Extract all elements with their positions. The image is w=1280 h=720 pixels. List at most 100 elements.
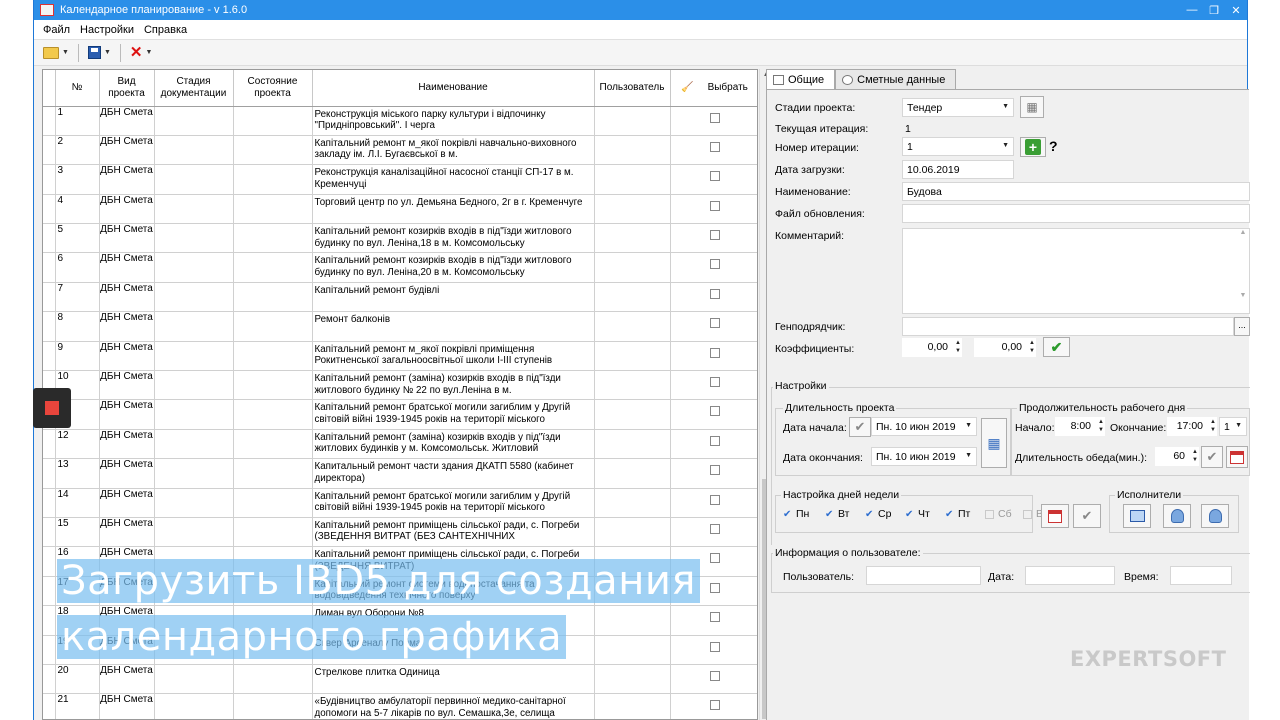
select-checkbox[interactable] xyxy=(709,288,720,299)
menu-settings[interactable]: Настройки xyxy=(75,24,139,36)
open-button[interactable]: ▼ xyxy=(40,43,72,63)
table-row[interactable]: 10 ДБН Смета Капітальний ремонт (заміна) к… xyxy=(43,370,757,401)
close-button[interactable]: ✕ xyxy=(1225,4,1247,17)
weekday-checkbox[interactable]: Сб xyxy=(985,508,1012,520)
executor-add-button[interactable] xyxy=(1163,504,1191,528)
shift-select[interactable]: 1 xyxy=(1219,417,1247,436)
select-checkbox[interactable] xyxy=(709,700,720,711)
col-select[interactable]: 🧹 Выбрать xyxy=(670,70,757,107)
weekday-checkbox[interactable]: ✔ Чт xyxy=(905,508,930,520)
table-row[interactable]: 20 ДБН Смета Стрелкове плитка Одиница xyxy=(43,664,757,695)
select-checkbox[interactable] xyxy=(709,171,720,182)
weekday-checkbox[interactable]: ✔ Пн xyxy=(783,508,809,520)
table-row[interactable]: 3 ДБН Смета Реконструкція каналізаційної н… xyxy=(43,164,757,195)
row-selector[interactable] xyxy=(43,164,56,195)
menu-help[interactable]: Справка xyxy=(139,24,192,36)
comment-textarea[interactable]: ▲ ▼ xyxy=(902,228,1250,314)
lunch-apply-button[interactable]: ✔ xyxy=(1201,446,1223,468)
select-checkbox[interactable] xyxy=(709,465,720,476)
weekday-checkbox[interactable]: ✔ Пт xyxy=(945,508,970,520)
menu-file[interactable]: Файл xyxy=(38,24,75,36)
select-checkbox[interactable] xyxy=(709,347,720,358)
contractor-browse-button[interactable]: ... xyxy=(1234,317,1250,336)
row-selector[interactable] xyxy=(43,458,56,489)
row-selector[interactable] xyxy=(43,282,56,313)
weekday-checkbox[interactable]: ✔ Вт xyxy=(825,508,849,520)
stages-table-button[interactable]: ▦ xyxy=(1020,96,1044,118)
executor-edit-button[interactable] xyxy=(1201,504,1229,528)
select-checkbox[interactable] xyxy=(709,523,720,534)
row-selector[interactable] xyxy=(43,252,56,283)
delete-button[interactable]: ✕ ▼ xyxy=(127,43,156,63)
start-date-check[interactable]: ✔ xyxy=(849,417,871,437)
weekdays-calendar-button[interactable] xyxy=(1041,504,1069,528)
select-checkbox[interactable] xyxy=(709,670,720,681)
select-checkbox[interactable] xyxy=(709,200,720,211)
row-selector[interactable] xyxy=(43,135,56,166)
table-row[interactable]: 2 ДБН Смета Капітальний ремонт м_якої покр… xyxy=(43,135,757,166)
table-row[interactable]: 13 ДБН Смета Капитальный ремонт части здан… xyxy=(43,458,757,489)
save-button[interactable]: ▼ xyxy=(85,43,114,63)
table-row[interactable]: 9 ДБН Смета Капітальний ремонт м_якої покр… xyxy=(43,341,757,372)
row-selector[interactable] xyxy=(43,635,56,665)
row-selector[interactable] xyxy=(43,311,56,342)
select-checkbox[interactable] xyxy=(709,641,720,652)
select-checkbox[interactable] xyxy=(709,406,720,417)
broom-icon[interactable]: 🧹 xyxy=(681,82,693,93)
contractor-field[interactable] xyxy=(902,317,1234,336)
weekday-checkbox[interactable]: ✔ Ср xyxy=(865,508,891,520)
calculate-button[interactable]: ▦ xyxy=(981,418,1007,468)
select-checkbox[interactable] xyxy=(709,612,720,623)
comment-scrollbar[interactable]: ▲ ▼ xyxy=(1237,229,1249,313)
weekdays-apply-button[interactable]: ✔ xyxy=(1073,504,1101,528)
select-checkbox[interactable] xyxy=(709,112,720,123)
select-checkbox[interactable] xyxy=(709,230,720,241)
table-row[interactable]: 21 ДБН Смета «Будівництво амбулаторії перв… xyxy=(43,693,757,719)
row-selector[interactable] xyxy=(43,223,56,254)
update-file-field[interactable] xyxy=(902,204,1250,223)
col-name[interactable]: Наименование xyxy=(312,70,595,107)
table-row[interactable]: 14 ДБН Смета Капітальний ремонт братської … xyxy=(43,488,757,518)
name-field[interactable]: Будова xyxy=(902,182,1250,201)
recording-stop-button[interactable] xyxy=(33,388,71,428)
select-checkbox[interactable] xyxy=(709,377,720,388)
finish-spinner[interactable]: 17:00 ▲ ▼ xyxy=(1167,417,1217,436)
row-selector[interactable] xyxy=(43,106,56,136)
stages-select[interactable]: Тендер xyxy=(902,98,1014,117)
lunch-spinner[interactable]: 60 ▲ ▼ xyxy=(1155,447,1199,466)
select-checkbox[interactable] xyxy=(709,141,720,152)
row-selector[interactable] xyxy=(43,664,56,695)
table-row[interactable]: 15 ДБН Смета Капітальний ремонт приміщень … xyxy=(43,517,757,548)
select-checkbox[interactable] xyxy=(709,435,720,446)
row-selector[interactable] xyxy=(43,488,56,518)
col-project-type[interactable]: Вид проекта xyxy=(99,70,155,107)
col-user[interactable]: Пользователь xyxy=(594,70,671,107)
tab-general[interactable]: Общие xyxy=(766,69,836,89)
col-doc-stage[interactable]: Стадия документации xyxy=(154,70,234,107)
end-date-picker[interactable]: Пн. 10 июн 2019 xyxy=(871,447,977,466)
table-row[interactable]: 5 ДБН Смета Капітальний ремонт козирків вх… xyxy=(43,223,757,254)
table-row[interactable]: 11ДБН СметаКапітальний ремонт братської … xyxy=(43,399,757,430)
start-date-picker[interactable]: Пн. 10 июн 2019 xyxy=(871,417,977,436)
coef1-spinner[interactable]: 0,00 ▲ ▼ xyxy=(902,338,962,357)
col-num[interactable]: № xyxy=(55,70,100,107)
lunch-calendar-button[interactable] xyxy=(1226,446,1248,468)
row-selector[interactable] xyxy=(43,576,56,607)
row-selector[interactable] xyxy=(43,546,56,577)
executors-book-button[interactable] xyxy=(1123,504,1151,528)
select-checkbox[interactable] xyxy=(709,553,720,564)
begin-spinner[interactable]: 8:00 ▲ ▼ xyxy=(1055,417,1105,436)
row-selector[interactable] xyxy=(43,429,56,460)
add-iteration-button[interactable]: + xyxy=(1020,137,1046,157)
iter-num-select[interactable]: 1 xyxy=(902,137,1014,156)
table-row[interactable]: 1 ДБН Смета Реконструкція міського парку к… xyxy=(43,106,757,136)
col-project-state[interactable]: Состояние проекта xyxy=(233,70,313,107)
apply-coef-button[interactable]: ✔ xyxy=(1043,337,1070,357)
table-row[interactable]: 4 ДБН Смета Торговий центр по ул. Демьяна … xyxy=(43,194,757,225)
select-checkbox[interactable] xyxy=(709,494,720,505)
row-selector[interactable] xyxy=(43,693,56,719)
row-selector[interactable] xyxy=(43,605,56,636)
table-row[interactable]: 8 ДБН Смета Ремонт балконів xyxy=(43,311,757,342)
row-selector[interactable] xyxy=(43,341,56,372)
row-selector[interactable] xyxy=(43,194,56,225)
